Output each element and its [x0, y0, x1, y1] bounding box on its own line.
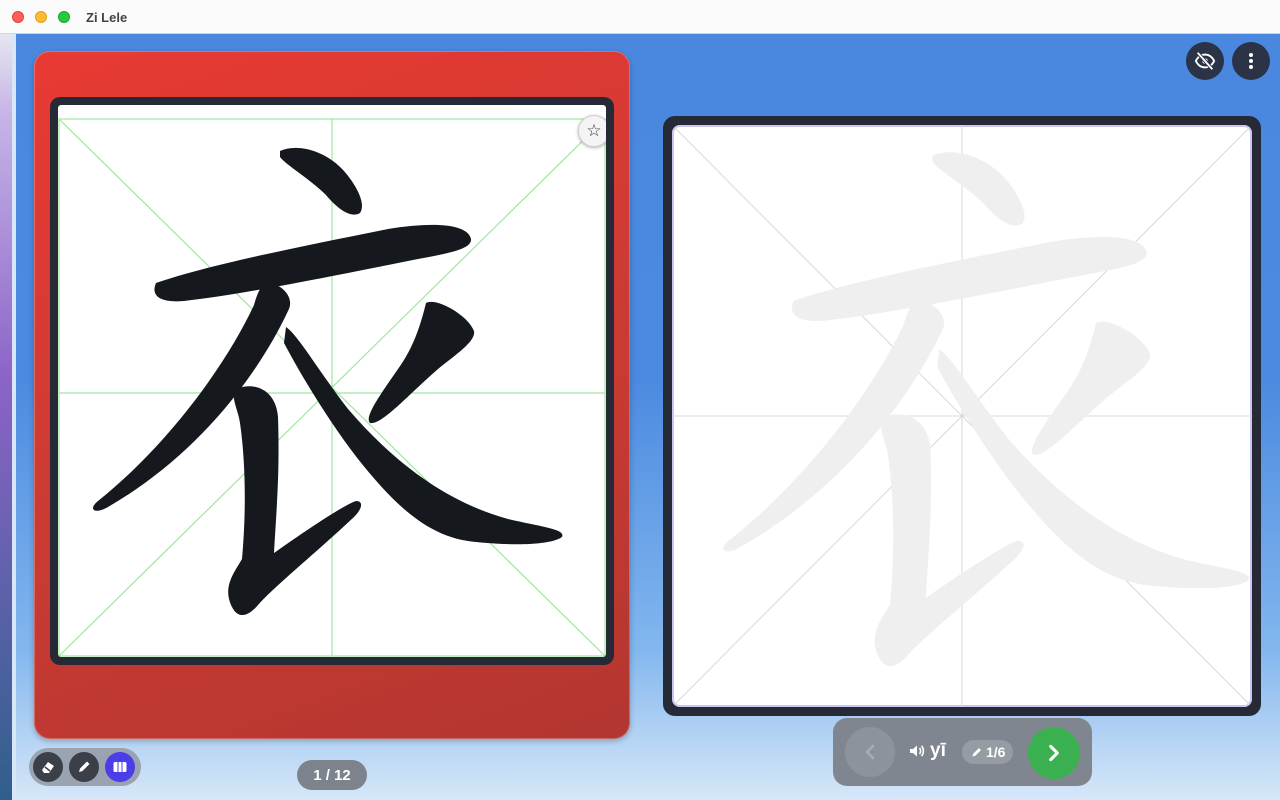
- eraser-icon: [42, 762, 54, 773]
- practice-grid: [672, 125, 1252, 707]
- close-window-button[interactable]: [12, 11, 24, 23]
- pencil-icon: [972, 747, 981, 757]
- eye-off-icon: [1194, 51, 1216, 71]
- character-guide: [723, 152, 1249, 667]
- practice-controls: yī 1/6: [833, 718, 1092, 786]
- previous-stroke-button[interactable]: [845, 727, 895, 777]
- chevron-left-icon: [865, 744, 875, 760]
- speaker-icon: [910, 745, 925, 757]
- flashcard[interactable]: ☆: [34, 51, 630, 739]
- pencil-icon: [79, 761, 90, 772]
- pronunciation-button[interactable]: yī: [909, 740, 946, 762]
- zoom-window-button[interactable]: [58, 11, 70, 23]
- eraser-tool-button[interactable]: [33, 752, 63, 782]
- more-options-button[interactable]: [1232, 42, 1270, 80]
- toggle-visibility-button[interactable]: [1186, 42, 1224, 80]
- next-stroke-button[interactable]: [1028, 727, 1080, 779]
- tool-selector: [29, 748, 141, 786]
- book-tool-button[interactable]: [105, 752, 135, 782]
- favorite-button[interactable]: ☆: [578, 115, 606, 147]
- flashcard-frame: ☆: [50, 97, 614, 665]
- character-display: ☆: [58, 105, 606, 657]
- practice-frame: [663, 116, 1261, 716]
- minimize-window-button[interactable]: [35, 11, 47, 23]
- book-icon: [113, 762, 127, 772]
- star-outline-icon: ☆: [586, 121, 602, 140]
- chevron-right-icon: [1049, 744, 1059, 762]
- stroke-progress: 1/6: [962, 740, 1014, 764]
- desktop-edge: [0, 34, 16, 800]
- more-vertical-icon: [1249, 53, 1253, 69]
- writing-canvas[interactable]: [672, 125, 1252, 707]
- app-content: ☆ 1 / 12 yī 1/6: [0, 34, 1280, 800]
- pencil-tool-button[interactable]: [69, 752, 99, 782]
- window-title: Zi Lele: [86, 10, 128, 25]
- title-bar: Zi Lele: [0, 0, 1280, 34]
- stroke-progress-label: 1/6: [986, 744, 1006, 760]
- character-grid: [58, 118, 606, 657]
- page-counter: 1 / 12: [297, 760, 367, 790]
- pinyin-label: yī: [930, 740, 946, 761]
